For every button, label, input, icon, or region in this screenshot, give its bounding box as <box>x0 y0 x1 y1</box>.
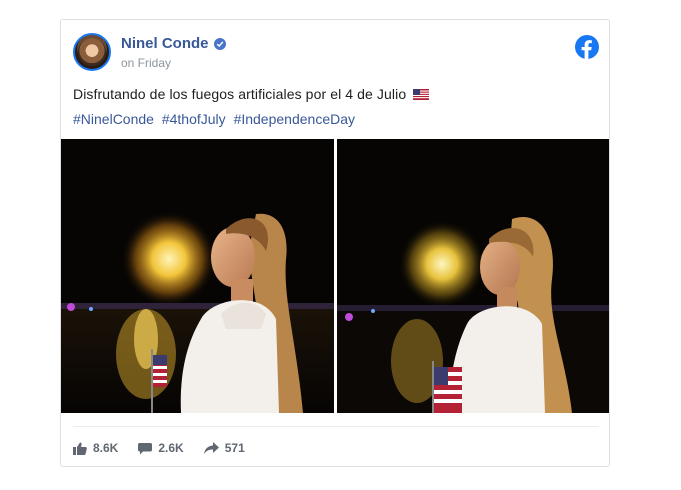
post-stats: 8.6K 2.6K 571 <box>73 426 599 455</box>
post-text: Disfrutando de los fuegos artificiales p… <box>73 86 430 102</box>
hashtag-link[interactable]: #IndependenceDay <box>234 111 355 127</box>
us-flag-emoji-icon <box>413 89 430 100</box>
shares-count: 571 <box>224 441 245 455</box>
author-row: Ninel Conde <box>121 35 226 52</box>
hashtag-link[interactable]: #4thofJuly <box>162 111 226 127</box>
comment-icon <box>138 442 153 454</box>
shares-stat[interactable]: 571 <box>203 441 245 455</box>
likes-count: 8.6K <box>93 441 119 455</box>
post-photo[interactable] <box>61 139 334 413</box>
comments-stat[interactable]: 2.6K <box>138 441 184 455</box>
likes-stat[interactable]: 8.6K <box>73 441 118 455</box>
author-name[interactable]: Ninel Conde <box>121 35 209 52</box>
hashtags: #NinelConde #4thofJuly #IndependenceDay <box>73 111 359 127</box>
post-timestamp[interactable]: on Friday <box>121 56 171 70</box>
post-header: Ninel Conde on Friday <box>73 33 599 73</box>
comments-count: 2.6K <box>158 441 184 455</box>
avatar[interactable] <box>73 33 111 71</box>
like-icon <box>73 442 87 455</box>
post-card: Ninel Conde on Friday Disfrutando de los… <box>60 19 610 467</box>
hashtag-link[interactable]: #NinelConde <box>73 111 154 127</box>
post-text-content: Disfrutando de los fuegos artificiales p… <box>73 86 407 102</box>
verified-badge-icon <box>213 37 226 50</box>
post-photo[interactable] <box>337 139 609 413</box>
photo-grid <box>61 139 609 413</box>
facebook-logo-icon[interactable] <box>575 35 599 59</box>
share-icon <box>203 442 219 454</box>
